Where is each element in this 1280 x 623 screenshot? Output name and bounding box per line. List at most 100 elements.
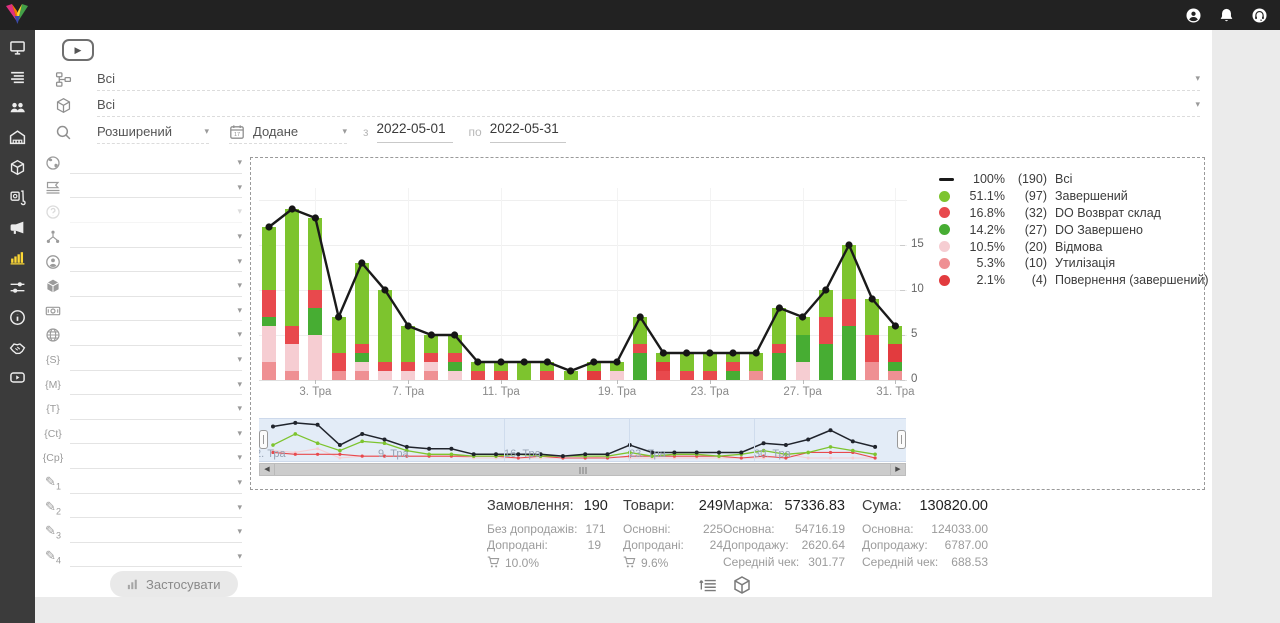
chart-bar [401,326,415,380]
chart-navigator[interactable]: 2. Тра9. Тра16. Тра23. Тра30. Тра [259,418,906,462]
navigator-right-handle[interactable] [897,430,906,449]
legend-item[interactable]: 5.3%(10)Утилізація [939,255,1209,272]
bar-segment [819,317,833,344]
chart-bar [842,245,856,380]
legend-item[interactable]: 100%(190)Всі [939,171,1209,188]
legend-label: DO Возврат склад [1055,206,1161,220]
bell-icon[interactable] [1218,7,1235,24]
utm-source-select[interactable]: ▾ [70,350,242,371]
date-to-input[interactable]: 2022-05-31 [490,121,566,143]
user-icon[interactable] [1185,7,1202,24]
structure-select[interactable]: Всі ▾ [97,68,1200,91]
sidebar-item-analytics[interactable] [9,249,26,266]
legend-item[interactable]: 2.1%(4)Повернення (завершений) [939,272,1209,289]
chevron-down-icon: ▾ [231,379,242,390]
structure-select[interactable]: ▾ [70,227,242,248]
bar-segment [888,371,902,380]
sidebar-item-orders[interactable] [9,69,26,86]
sidebar-item-tutorials[interactable] [9,369,26,386]
utm-campaign-select[interactable]: ▾ [70,448,242,469]
scroll-right-arrow-icon[interactable]: ▶ [890,464,905,475]
chart-bar [540,362,554,380]
chart-bar [772,308,786,380]
legend-count: (4) [1005,273,1047,287]
x-axis-tick [315,380,316,384]
bar-segment [888,326,902,344]
package-icon [55,97,72,114]
sidebar-item-marketing[interactable] [9,219,26,236]
manager-select[interactable]: ▾ [70,251,242,272]
site-select[interactable]: ▾ [70,325,242,346]
view-products-toggle-button[interactable] [732,575,752,595]
chevron-down-icon: ▾ [231,477,242,488]
stat-subvalue: 225 [695,521,723,537]
date-field-select[interactable]: 17 Додане ▾ [229,121,347,144]
bar-segment [865,335,879,362]
apply-button[interactable]: Застосувати [110,571,238,597]
sidebar-item-supply[interactable] [9,189,26,206]
sidebar-item-clients[interactable] [9,99,26,116]
cart-icon [623,556,636,569]
sidebar-item-warehouse[interactable] [9,129,26,146]
filter-row-structure: ▾ [45,225,242,250]
earth-icon [45,155,61,171]
bar-segment [355,371,369,380]
custom-field-1-select[interactable]: ▾ [70,473,242,494]
legend-item[interactable]: 10.5%(20)Відмова [939,238,1209,255]
app-logo-icon[interactable] [4,2,30,28]
topbar [0,0,1280,30]
legend-item[interactable]: 51.1%(97)Завершений [939,188,1209,205]
legend-percent: 14.2% [961,223,1005,237]
hierarchy-icon [45,229,61,245]
scroll-left-arrow-icon[interactable]: ◀ [260,464,275,475]
x-axis-label: 19. Тра [598,386,636,398]
gridline-x [710,188,711,380]
bar-segment [587,371,601,380]
sidebar-item-products[interactable] [9,159,26,176]
custom-field-2-select[interactable]: ▾ [70,497,242,518]
custom-field-4-select[interactable]: ▾ [70,546,242,567]
date-from-input[interactable]: 2022-05-01 [377,121,453,143]
utm-content-select[interactable]: ▾ [70,423,242,444]
legend-dot-marker [939,275,961,286]
stat-sublabel: Основна: [723,521,775,537]
filter-row-stage: ▾ [45,176,242,201]
stat-sublabel: Основні: [623,521,671,537]
sidebar-item-info[interactable] [9,309,26,326]
sidebar-item-automation[interactable] [9,279,26,296]
bar-segment [332,371,346,380]
product-select[interactable]: ▾ [70,276,242,297]
legend-item[interactable]: 16.8%(32)DO Возврат склад [939,205,1209,222]
headset-icon[interactable] [1251,7,1268,24]
pencil-icon: ✎2 [45,500,61,516]
chart-legend: 100%(190)Всі51.1%(97)Завершений16.8%(32)… [939,171,1209,289]
chart-scrollbar[interactable]: ◀ ▶ [259,463,906,476]
view-list-toggle-button[interactable] [698,575,718,595]
payment-select[interactable]: ▾ [70,300,242,321]
stat-subvalue: 19 [580,537,601,553]
utm-term-select[interactable]: ▾ [70,399,242,420]
gridline-x [501,188,502,380]
y-axis-tick [900,245,905,246]
sidebar [0,30,35,623]
tutorial-video-button[interactable]: ▶ [62,39,94,61]
navigator-left-handle[interactable] [259,430,268,449]
utm-medium-select[interactable]: ▾ [70,374,242,395]
stat-subvalue: 2620.64 [794,537,845,553]
chart-bar [749,353,763,380]
sidebar-item-dashboard[interactable] [9,39,26,56]
country-select[interactable]: ▾ [70,153,242,174]
bar-segment [262,362,276,380]
legend-item[interactable]: 14.2%(27)DO Завершено [939,221,1209,238]
sidebar-item-partners[interactable] [9,339,26,356]
product-select[interactable]: Всі ▾ [97,94,1200,117]
legend-label: Всі [1055,172,1072,186]
bar-chart-icon [127,578,139,590]
chart-bar [424,335,438,380]
custom-field-3-select[interactable]: ▾ [70,522,242,543]
search-mode-select[interactable]: Розширений ▾ [97,121,209,144]
stage-select[interactable]: ▾ [70,177,242,198]
chevron-down-icon: ▾ [231,305,242,316]
scrollbar-grip[interactable] [579,467,586,474]
chart-bar [819,290,833,380]
